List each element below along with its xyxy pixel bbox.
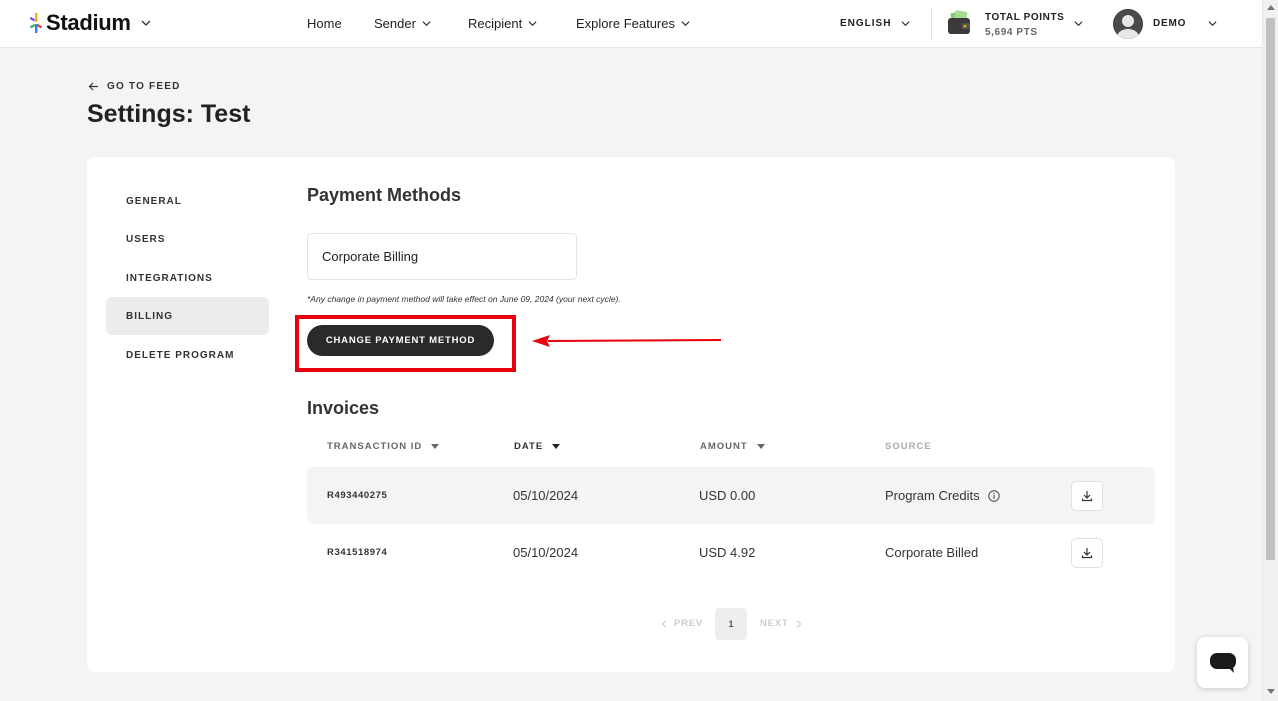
nav-recipient-label: Recipient (468, 16, 523, 31)
header-divider (931, 8, 932, 40)
chevron-down-icon (901, 21, 910, 27)
annotation-arrow-icon (532, 335, 722, 347)
column-header-label: DATE (514, 441, 544, 452)
chat-launcher-button[interactable] (1197, 637, 1248, 688)
chevron-down-icon[interactable] (1208, 19, 1217, 28)
column-header-label: AMOUNT (700, 441, 748, 452)
brand-name: Stadium (46, 10, 131, 35)
pagination-prev[interactable]: PREV (660, 608, 703, 640)
invoice-source-cell: Program Credits (885, 467, 1000, 524)
sidebar-item-label: DELETE PROGRAM (126, 349, 235, 361)
payment-method-name: Corporate Billing (322, 249, 419, 264)
payment-methods-title: Payment Methods (307, 185, 462, 205)
invoice-source: Program Credits (885, 488, 980, 503)
settings-card: GENERAL USERS INTEGRATIONS BILLING DELET… (87, 157, 1175, 672)
scroll-up-icon[interactable] (1267, 5, 1275, 10)
column-header-source: SOURCE (885, 441, 932, 452)
sidebar-item-label: GENERAL (126, 195, 182, 207)
sort-down-icon (756, 444, 765, 449)
arrow-left-icon (88, 82, 98, 91)
table-row: R341518974 05/10/2024 USD 4.92 Corporate… (307, 524, 1155, 581)
nav-explore-features-label: Explore Features (576, 16, 675, 31)
wallet-icon (948, 10, 970, 34)
table-row: R493440275 05/10/2024 USD 0.00 Program C… (307, 467, 1155, 524)
scroll-thumb[interactable] (1266, 18, 1275, 560)
page-title: Settings: Test (87, 100, 251, 128)
column-header-label: TRANSACTION ID (327, 441, 423, 452)
total-points[interactable]: TOTAL POINTS 5,694 PTS (985, 10, 1064, 40)
sidebar-item-label: BILLING (126, 310, 173, 322)
column-header-transaction-id[interactable]: TRANSACTION ID (327, 441, 440, 452)
nav-sender[interactable]: Sender (374, 16, 431, 31)
chat-icon (1209, 652, 1236, 673)
invoice-date: 05/10/2024 (513, 488, 579, 503)
payment-method-card: Corporate Billing (307, 233, 577, 280)
transaction-id: R341518974 (327, 547, 388, 558)
pagination-next[interactable]: NEXT (760, 608, 803, 640)
chevron-down-icon[interactable] (1074, 19, 1083, 28)
sort-down-icon (552, 444, 561, 449)
avatar[interactable] (1113, 9, 1143, 39)
nav-sender-label: Sender (374, 16, 416, 31)
transaction-id: R493440275 (327, 490, 388, 501)
user-name[interactable]: DEMO (1153, 18, 1186, 29)
chevron-down-icon (681, 21, 690, 27)
nav-explore-features[interactable]: Explore Features (576, 16, 690, 31)
chevron-left-icon (661, 620, 666, 628)
invoice-amount: USD 4.92 (699, 545, 756, 560)
language-select[interactable]: ENGLISH (840, 18, 910, 29)
download-icon (1081, 491, 1093, 502)
scroll-down-icon[interactable] (1267, 689, 1275, 694)
download-invoice-button[interactable] (1071, 538, 1103, 568)
page-scrollbar[interactable] (1262, 0, 1278, 701)
download-invoice-button[interactable] (1071, 481, 1103, 511)
invoices-title: Invoices (307, 398, 380, 418)
total-points-label: TOTAL POINTS (985, 12, 1065, 23)
sidebar-item-label: INTEGRATIONS (126, 272, 213, 284)
sidebar-item-users[interactable]: USERS (106, 220, 269, 258)
nav-home[interactable]: Home (307, 16, 342, 31)
invoice-source: Corporate Billed (885, 545, 979, 560)
info-icon[interactable] (987, 489, 1000, 502)
column-header-date[interactable]: DATE (514, 441, 561, 452)
user-avatar-icon (1113, 9, 1143, 39)
invoice-amount: USD 0.00 (699, 488, 756, 503)
download-icon (1081, 548, 1093, 559)
sidebar-item-billing[interactable]: BILLING (106, 297, 269, 335)
pagination-next-label: NEXT (760, 618, 789, 629)
top-bar: Stadium Home Sender Recipient Explore Fe… (0, 0, 1262, 48)
sidebar-item-delete-program[interactable]: DELETE PROGRAM (106, 336, 269, 374)
sidebar-item-integrations[interactable]: INTEGRATIONS (106, 259, 269, 297)
go-to-feed-label: GO TO FEED (107, 81, 181, 92)
column-header-amount[interactable]: AMOUNT (700, 441, 765, 452)
go-to-feed-link[interactable]: GO TO FEED (88, 81, 181, 92)
nav-recipient[interactable]: Recipient (468, 16, 537, 31)
change-payment-method-button[interactable]: CHANGE PAYMENT METHOD (307, 325, 494, 356)
sidebar-item-general[interactable]: GENERAL (106, 182, 269, 220)
brand-menu[interactable]: Stadium (30, 10, 151, 36)
stadium-logo-icon (30, 13, 42, 33)
payment-change-note: *Any change in payment method will take … (307, 294, 621, 304)
sidebar-item-label: USERS (126, 233, 166, 245)
pagination-page-1[interactable]: 1 (715, 608, 747, 640)
sort-down-icon (431, 444, 440, 449)
chevron-right-icon (796, 620, 801, 628)
nav-home-label: Home (307, 16, 342, 31)
language-label: ENGLISH (840, 18, 892, 29)
chevron-down-icon (141, 20, 151, 26)
total-points-value: 5,694 PTS (985, 27, 1038, 38)
invoice-date: 05/10/2024 (513, 545, 579, 560)
chevron-down-icon (422, 21, 431, 27)
chevron-down-icon (528, 21, 537, 27)
pagination-prev-label: PREV (674, 618, 704, 629)
column-header-label: SOURCE (885, 441, 932, 452)
